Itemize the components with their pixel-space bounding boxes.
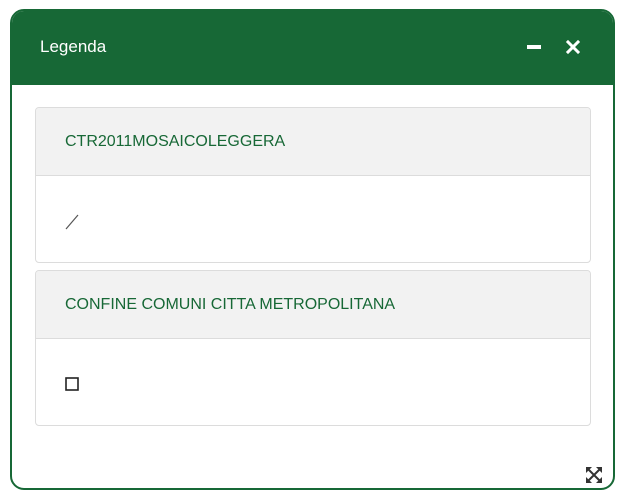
expand-arrows-icon [586,467,602,483]
layer-name: CTR2011MOSAICOLEGGERA [65,133,286,150]
layer-header: CTR2011MOSAICOLEGGERA [36,108,590,176]
line-symbol-icon [65,214,79,230]
minimize-button[interactable] [520,33,548,61]
legend-layer-item: CONFINE COMUNI CITTA METROPOLITANA [35,270,591,426]
layer-symbol-area [36,339,590,425]
legend-layer-item: CTR2011MOSAICOLEGGERA [35,107,591,263]
legend-title: Legenda [40,37,107,56]
legend-window: Legenda CTR2011MOSAICOLEGGERA CONFINE CO… [10,9,615,490]
close-icon [566,40,580,54]
polygon-symbol-icon [65,377,79,391]
layer-symbol-area [36,176,590,262]
minimize-icon [527,45,541,49]
legend-header[interactable]: Legenda [12,11,613,85]
layer-header: CONFINE COMUNI CITTA METROPOLITANA [36,271,590,339]
close-button[interactable] [559,33,587,61]
layer-name: CONFINE COMUNI CITTA METROPOLITANA [65,296,396,313]
resize-handle[interactable] [584,465,604,485]
